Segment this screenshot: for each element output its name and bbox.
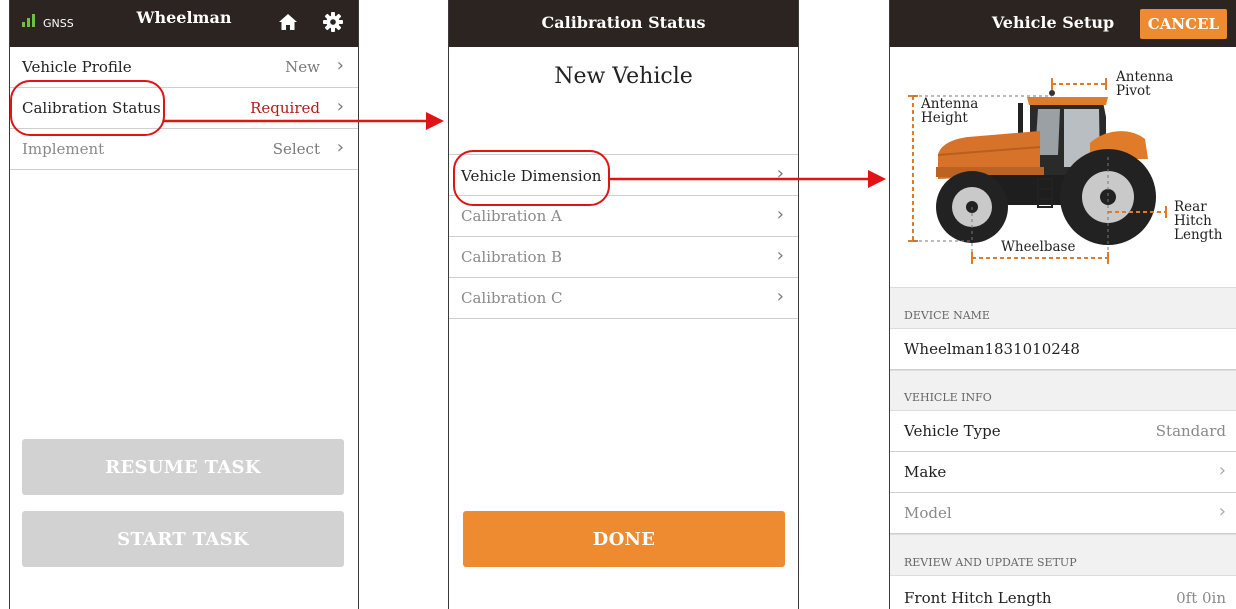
start-task-button[interactable]: START TASK bbox=[22, 511, 344, 567]
calibration-status-screen: Calibration Status New Vehicle Vehicle D… bbox=[448, 0, 799, 609]
gear-icon[interactable] bbox=[322, 11, 344, 37]
review-update-header: REVIEW AND UPDATE SETUP bbox=[890, 534, 1236, 576]
resume-task-button[interactable]: RESUME TASK bbox=[22, 439, 344, 495]
make-row[interactable]: Make › bbox=[890, 452, 1236, 493]
chevron-right-icon: › bbox=[776, 245, 784, 266]
section-header-label: REVIEW AND UPDATE SETUP bbox=[904, 556, 1077, 569]
row-value: Standard bbox=[1155, 422, 1226, 440]
vehicle-info-header: VEHICLE INFO bbox=[890, 370, 1236, 411]
device-name-header: DEVICE NAME bbox=[890, 287, 1236, 329]
chevron-right-icon: › bbox=[776, 163, 784, 184]
vehicle-setup-screen: Vehicle Setup CANCEL Antenna Pivot Anten… bbox=[889, 0, 1236, 609]
calibration-b-row[interactable]: Calibration B › bbox=[449, 237, 798, 278]
vehicle-dimension-callout bbox=[453, 150, 610, 206]
vehicle-type-row[interactable]: Vehicle Type Standard bbox=[890, 411, 1236, 452]
app-title: Wheelman bbox=[136, 8, 232, 27]
calibration-c-row[interactable]: Calibration C › bbox=[449, 278, 798, 319]
arrow-right-icon bbox=[868, 170, 886, 188]
model-row[interactable]: Model › bbox=[890, 493, 1236, 534]
screen-title: Calibration Status bbox=[541, 13, 706, 32]
chevron-right-icon: › bbox=[336, 137, 344, 158]
page-subtitle: New Vehicle bbox=[554, 64, 693, 89]
row-label: Calibration C bbox=[461, 289, 563, 307]
chevron-right-icon: › bbox=[336, 96, 344, 117]
top-bar: Vehicle Setup CANCEL bbox=[890, 0, 1236, 47]
chevron-right-icon: › bbox=[776, 204, 784, 225]
row-label: Vehicle Type bbox=[904, 422, 1001, 440]
home-icon[interactable] bbox=[278, 13, 298, 35]
cancel-button[interactable]: CANCEL bbox=[1139, 9, 1227, 39]
antenna-height-label: Antenna Height bbox=[921, 96, 979, 126]
top-bar: GNSS Wheelman bbox=[10, 0, 358, 47]
chevron-right-icon: › bbox=[776, 286, 784, 307]
row-value-required: Required bbox=[250, 99, 320, 117]
chevron-right-icon: › bbox=[336, 55, 344, 76]
row-label: Calibration A bbox=[461, 207, 562, 225]
rear-hitch-length-label: Rear Hitch Length bbox=[1174, 199, 1223, 243]
row-label: Model bbox=[904, 504, 952, 522]
arrow-right-icon bbox=[426, 112, 444, 130]
wheelbase-label: Wheelbase bbox=[1001, 239, 1076, 255]
device-name-value: Wheelman1831010248 bbox=[904, 340, 1080, 358]
row-label: Front Hitch Length bbox=[904, 589, 1052, 607]
row-label: Implement bbox=[22, 140, 105, 158]
chevron-right-icon: › bbox=[1218, 501, 1226, 522]
row-label: Calibration B bbox=[461, 248, 563, 266]
row-label: Vehicle Profile bbox=[22, 58, 132, 76]
row-value: New bbox=[285, 58, 320, 76]
device-name-row[interactable]: Wheelman1831010248 bbox=[890, 329, 1236, 370]
row-label: Make bbox=[904, 463, 947, 481]
antenna-pivot-label: Antenna Pivot bbox=[1116, 69, 1174, 99]
chevron-right-icon: › bbox=[1218, 460, 1226, 481]
top-bar: Calibration Status bbox=[449, 0, 798, 47]
section-header-label: VEHICLE INFO bbox=[904, 391, 992, 404]
row-value: Select bbox=[272, 140, 320, 158]
section-header-label: DEVICE NAME bbox=[904, 309, 990, 322]
calibration-status-callout bbox=[10, 80, 165, 136]
done-button[interactable]: DONE bbox=[463, 511, 785, 567]
front-hitch-length-row[interactable]: Front Hitch Length 0ft 0in bbox=[890, 576, 1236, 609]
row-value: 0ft 0in bbox=[1176, 589, 1226, 607]
